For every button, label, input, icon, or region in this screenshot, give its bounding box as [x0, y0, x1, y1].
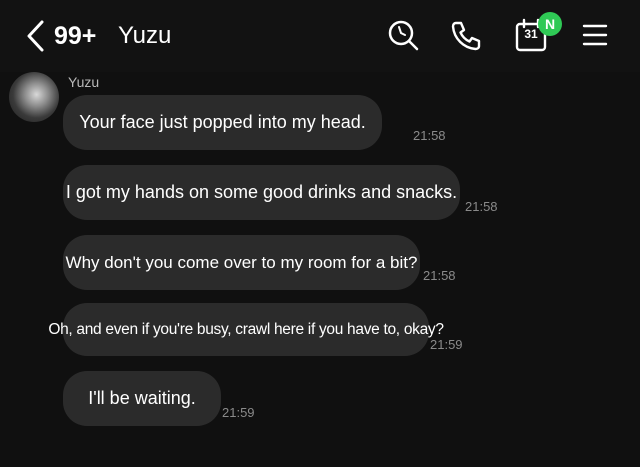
search-icon [388, 20, 419, 51]
avatar[interactable] [9, 72, 59, 122]
new-badge: N [538, 12, 562, 36]
message-text: Why don't you come over to my room for a… [65, 252, 418, 272]
call-button[interactable] [446, 16, 486, 56]
message-text: I got my hands on some good drinks and s… [65, 182, 458, 202]
message-bubble[interactable]: I got my hands on some good drinks and s… [63, 165, 460, 220]
unread-count[interactable]: 99+ [54, 20, 96, 52]
chevron-left-icon [27, 20, 44, 52]
message-bubble[interactable]: Your face just popped into my head. [63, 95, 382, 150]
search-button[interactable] [384, 16, 424, 56]
hamburger-menu-icon [582, 24, 608, 46]
message-time: 21:59 [430, 337, 463, 352]
sender-name: Yuzu [68, 74, 100, 90]
phone-icon [451, 21, 481, 51]
message-time: 21:58 [423, 268, 456, 283]
message-time: 21:58 [465, 199, 498, 214]
back-button[interactable] [22, 18, 48, 54]
menu-button[interactable] [576, 16, 616, 56]
message-text: Your face just popped into my head. [79, 112, 366, 132]
chat-title: Yuzu [118, 22, 172, 49]
chat-screen: 99+ Yuzu 31 N Yuzu Your face just popped… [0, 0, 640, 467]
message-bubble[interactable]: I'll be waiting. [63, 371, 221, 426]
message-bubble[interactable]: Oh, and even if you're busy, crawl here … [48, 303, 444, 356]
message-text: I'll be waiting. [88, 388, 196, 408]
message-time: 21:59 [222, 405, 255, 420]
message-bubble[interactable]: Why don't you come over to my room for a… [63, 235, 420, 290]
chat-header: 99+ Yuzu 31 N [0, 0, 640, 72]
message-time: 21:58 [413, 128, 446, 143]
message-text: Oh, and even if you're busy, crawl here … [48, 320, 444, 338]
